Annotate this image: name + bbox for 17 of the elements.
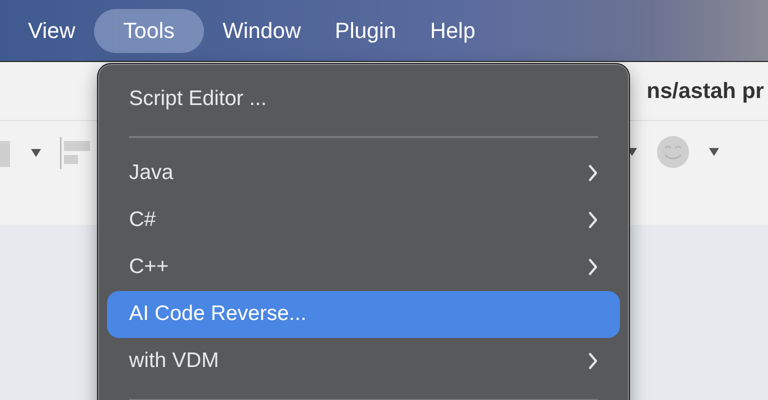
menu-item[interactable]: AI Code Reverse...: [107, 290, 620, 338]
dropdown-caret-icon[interactable]: [708, 147, 720, 157]
menu-item[interactable]: with VDM: [107, 338, 620, 384]
menu-item[interactable]: Script Editor ...: [107, 75, 620, 122]
dropdown-caret-icon[interactable]: [30, 148, 42, 158]
menu-bar-item[interactable]: Plugin: [320, 8, 412, 52]
menu-bar-item[interactable]: View: [13, 8, 90, 52]
window-title: ns/astah pr: [646, 78, 764, 104]
menu-item[interactable]: C++: [107, 244, 620, 290]
chevron-right-icon: [588, 164, 598, 182]
chevron-right-icon: [588, 352, 598, 370]
menu-item[interactable]: C#: [107, 196, 620, 244]
chevron-right-icon: [588, 258, 598, 276]
menu-bar-item[interactable]: Window: [208, 8, 316, 52]
chevron-right-icon: [588, 211, 598, 229]
menu-bar-item[interactable]: Tools: [94, 8, 204, 52]
menu-bar-item[interactable]: Help: [415, 8, 490, 52]
